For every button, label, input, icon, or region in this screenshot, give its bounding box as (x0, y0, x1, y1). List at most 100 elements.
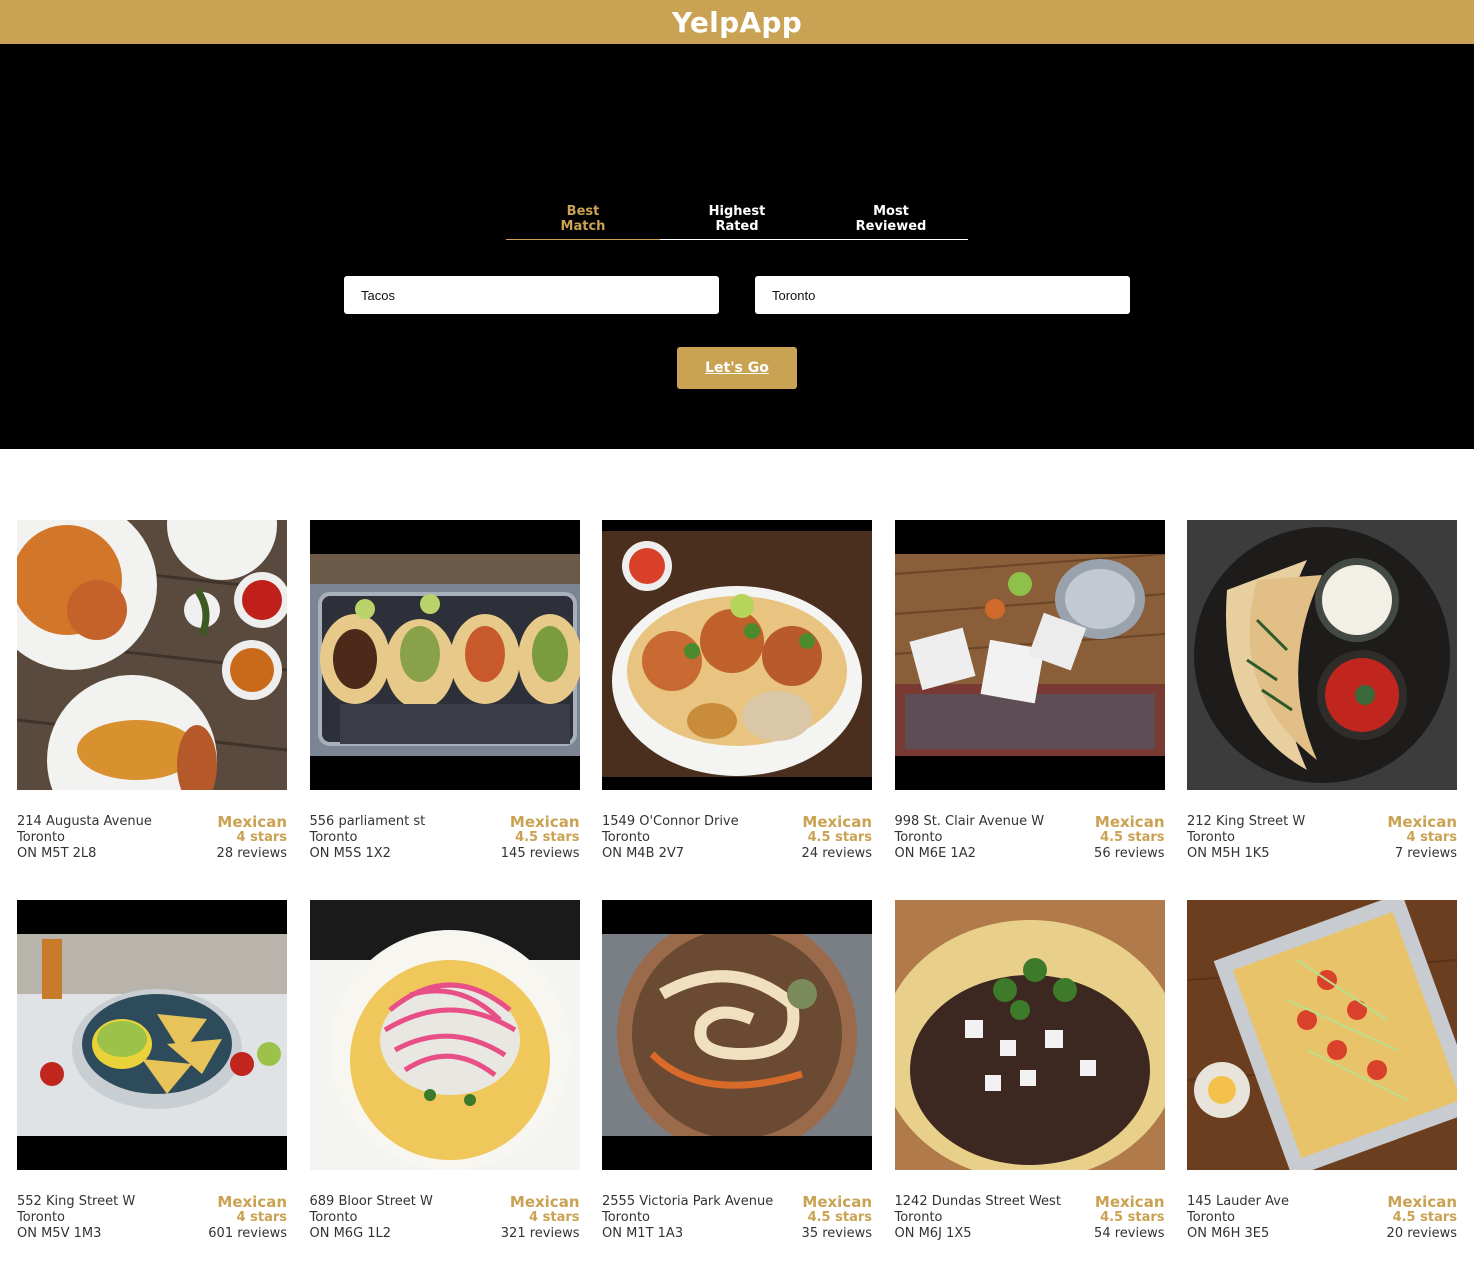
province-zip: ON M5T 2L8 (17, 846, 97, 861)
business-card[interactable]: 2555 Victoria Park Avenue Toronto ON M1T 1… (602, 900, 872, 1249)
business-rating: 4 stars (236, 1210, 287, 1225)
food-photo-image (894, 900, 1165, 1170)
business-address: 556 parliament st Toronto ON M5S 1X2 (310, 814, 426, 862)
food-photo-image (309, 900, 580, 1170)
review-count: 54 reviews (1094, 1226, 1165, 1241)
business-category: Mexican (217, 1193, 287, 1211)
business-address: 689 Bloor Street W Toronto ON M6G 1L2 (310, 1194, 433, 1242)
tab-most-reviewed[interactable]: Most Reviewed (814, 204, 968, 239)
business-photo[interactable] (894, 900, 1165, 1170)
sort-tabs: Best Match Highest Rated Most Reviewed (506, 204, 968, 240)
food-photo-image (1187, 520, 1457, 790)
business-info: 214 Augusta Avenue Toronto ON M5T 2L8 Mexic… (17, 814, 287, 862)
food-photo-image (17, 934, 287, 1136)
street-address: 556 parliament st (309, 814, 426, 829)
province-zip: ON M5H 1K5 (1187, 846, 1270, 861)
review-count: 35 reviews (801, 1226, 872, 1241)
business-address: 2555 Victoria Park Avenue Toronto ON M1T 1… (602, 1194, 773, 1242)
business-card[interactable]: 1242 Dundas Street West Toronto ON M6J 1X5… (894, 900, 1165, 1249)
review-count: 20 reviews (1386, 1226, 1457, 1241)
business-meta: Mexican 4.5 stars 20 reviews (1387, 1194, 1457, 1242)
business-category: Mexican (802, 1193, 872, 1211)
business-meta: Mexican 4.5 stars 24 reviews (802, 814, 872, 862)
business-card[interactable]: 214 Augusta Avenue Toronto ON M5T 2L8 Mexic… (17, 520, 287, 869)
business-category: Mexican (509, 1193, 580, 1211)
province-zip: ON M4B 2V7 (602, 846, 685, 861)
lets-go-button[interactable]: Let's Go (677, 347, 797, 389)
business-info: 145 Lauder Ave Toronto ON M6H 3E5 Mexican 4.… (1187, 1194, 1457, 1242)
street-address: 1242 Dundas Street West (894, 1194, 1061, 1209)
street-address: 998 St. Clair Avenue W (894, 814, 1045, 829)
business-card[interactable]: 689 Bloor Street W Toronto ON M6G 1L2 Mexic… (309, 900, 580, 1249)
province-zip: ON M5V 1M3 (17, 1226, 102, 1241)
city: Toronto (17, 1210, 65, 1225)
business-info: 1549 O'Connor Drive Toronto ON M4B 2V7 Mexi… (602, 814, 872, 862)
province-zip: ON M5S 1X2 (309, 846, 391, 861)
province-zip: ON M6G 1L2 (309, 1226, 392, 1241)
business-category: Mexican (1387, 813, 1457, 831)
business-meta: Mexican 4.5 stars 145 reviews (501, 814, 580, 862)
province-zip: ON M6J 1X5 (894, 1226, 972, 1241)
search-location-input[interactable] (755, 276, 1130, 314)
tab-highest-rated[interactable]: Highest Rated (660, 204, 814, 239)
business-photo[interactable] (1187, 900, 1457, 1170)
business-photo[interactable] (17, 520, 287, 790)
review-count: 56 reviews (1094, 846, 1165, 861)
city: Toronto (309, 830, 358, 845)
business-rating: 4.5 stars (1100, 1210, 1165, 1225)
business-photo[interactable] (309, 900, 580, 1170)
business-photo[interactable] (602, 900, 872, 1170)
tab-best-match[interactable]: Best Match (506, 204, 660, 240)
business-category: Mexican (1387, 1193, 1457, 1211)
business-rating: 4.5 stars (1392, 1210, 1457, 1225)
food-photo-image (309, 554, 580, 756)
search-term-input[interactable] (344, 276, 719, 314)
business-photo[interactable] (17, 900, 287, 1170)
business-address: 214 Augusta Avenue Toronto ON M5T 2L8 (17, 814, 152, 862)
city: Toronto (309, 1210, 358, 1225)
province-zip: ON M6H 3E5 (1187, 1226, 1270, 1241)
review-count: 28 reviews (216, 846, 287, 861)
city: Toronto (1187, 1210, 1235, 1225)
business-rating: 4.5 stars (807, 830, 872, 845)
food-photo-image (17, 520, 287, 790)
review-count: 24 reviews (801, 846, 872, 861)
business-meta: Mexican 4.5 stars 35 reviews (802, 1194, 872, 1242)
business-card[interactable]: 145 Lauder Ave Toronto ON M6H 3E5 Mexican 4.… (1187, 900, 1457, 1249)
business-photo[interactable] (1187, 520, 1457, 790)
province-zip: ON M1T 1A3 (602, 1226, 684, 1241)
business-meta: Mexican 4.5 stars 56 reviews (1094, 814, 1164, 862)
business-card[interactable]: 1549 O'Connor Drive Toronto ON M4B 2V7 Mexi… (602, 520, 872, 869)
business-category: Mexican (802, 813, 872, 831)
business-card[interactable]: 998 St. Clair Avenue W Toronto ON M6E 1A2 M… (894, 520, 1165, 869)
business-address: 998 St. Clair Avenue W Toronto ON M6E 1A2 (895, 814, 1045, 862)
business-card[interactable]: 552 King Street W Toronto ON M5V 1M3 Mexica… (17, 900, 287, 1249)
business-photo[interactable] (309, 520, 580, 790)
review-count: 145 reviews (500, 846, 580, 861)
business-list: 214 Augusta Avenue Toronto ON M5T 2L8 Mexic… (17, 520, 1457, 1249)
business-meta: Mexican 4 stars 601 reviews (208, 1194, 287, 1242)
review-count: 321 reviews (500, 1226, 580, 1241)
business-photo[interactable] (894, 520, 1165, 790)
app-header: YelpApp (0, 0, 1474, 44)
street-address: 2555 Victoria Park Avenue (602, 1194, 774, 1209)
food-photo-image (894, 554, 1165, 756)
city: Toronto (894, 830, 943, 845)
city: Toronto (602, 830, 650, 845)
street-address: 214 Augusta Avenue (17, 814, 152, 829)
business-card[interactable]: 556 parliament st Toronto ON M5S 1X2 Mexica… (309, 520, 580, 869)
review-count: 7 reviews (1394, 846, 1457, 861)
business-meta: Mexican 4 stars 28 reviews (217, 814, 287, 862)
street-address: 689 Bloor Street W (309, 1194, 433, 1209)
street-address: 145 Lauder Ave (1187, 1194, 1289, 1209)
city: Toronto (17, 830, 65, 845)
business-info: 212 King Street W Toronto ON M5H 1K5 Mexica… (1187, 814, 1457, 862)
business-category: Mexican (217, 813, 287, 831)
business-card[interactable]: 212 King Street W Toronto ON M5H 1K5 Mexica… (1187, 520, 1457, 869)
street-address: 1549 O'Connor Drive (602, 814, 739, 829)
business-photo[interactable] (602, 520, 872, 790)
food-photo-image (1187, 900, 1457, 1170)
business-info: 2555 Victoria Park Avenue Toronto ON M1T 1… (602, 1194, 872, 1242)
business-address: 145 Lauder Ave Toronto ON M6H 3E5 (1187, 1194, 1289, 1242)
business-address: 552 King Street W Toronto ON M5V 1M3 (17, 1194, 135, 1242)
